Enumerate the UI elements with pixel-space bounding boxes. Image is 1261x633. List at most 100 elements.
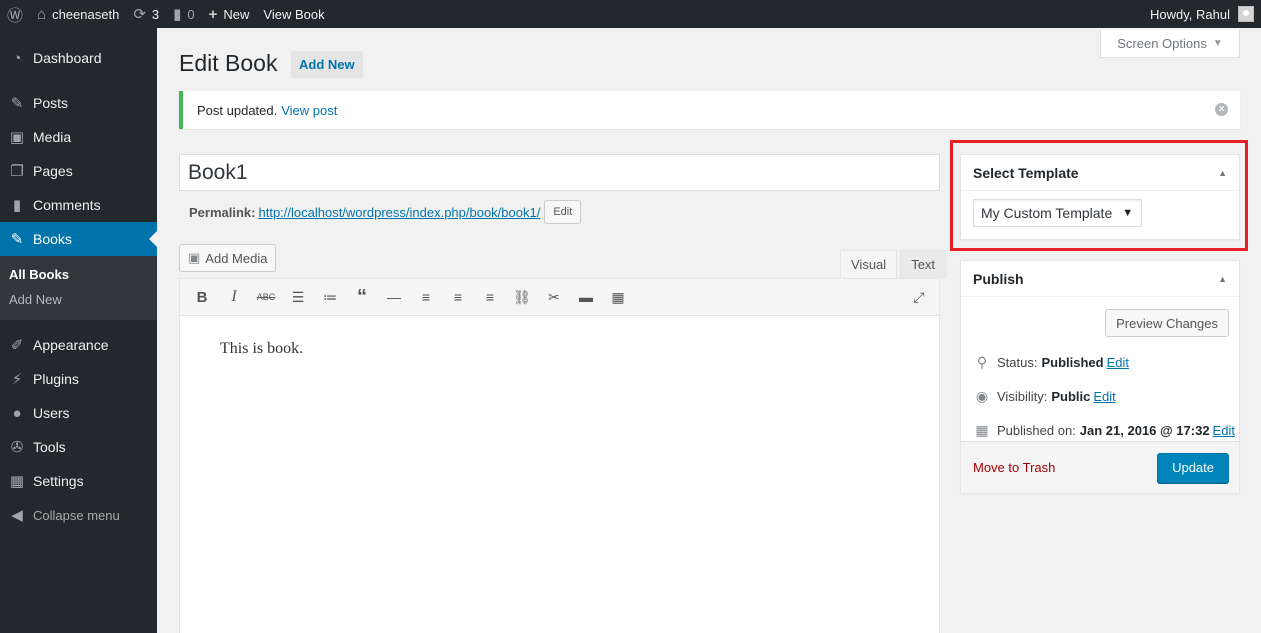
calendar-icon: ▦ [975,421,989,438]
collapse-arrow-icon[interactable]: ▲ [1218,168,1227,178]
books-submenu: All Books Add New [0,256,157,320]
updated-notice: Post updated. View post × [179,91,1240,129]
screen-options-label: Screen Options [1117,36,1207,51]
preview-changes-button[interactable]: Preview Changes [1105,309,1229,337]
publish-box: Publish ▲ Preview Changes ⚲ Status: Publ… [960,260,1240,494]
italic-button[interactable]: I [218,282,250,312]
howdy-text: Howdy, Rahul [1150,6,1230,22]
edit-date-link[interactable]: Edit [1213,423,1235,438]
site-name-link[interactable]: ⌂ cheenaseth [30,0,126,28]
brush-icon: ✐ [10,337,24,354]
align-left-icon[interactable]: ≡ [410,282,442,312]
publish-header[interactable]: Publish ▲ [961,261,1239,297]
edit-permalink-button[interactable]: Edit [544,200,582,224]
edit-visibility-link[interactable]: Edit [1093,389,1115,404]
dismiss-icon[interactable]: × [1215,103,1228,116]
template-select[interactable]: My Custom Template ▼ [973,199,1143,227]
fullscreen-icon[interactable]: ⤢ [903,282,935,312]
align-right-icon[interactable]: ≡ [474,282,506,312]
blockquote-icon[interactable]: “ [346,282,378,312]
sidebar-item-settings[interactable]: ▦ Settings [0,464,157,498]
plus-icon: + [208,5,218,23]
sidebar-item-users[interactable]: ● Users [0,396,157,430]
content-paragraph: This is book. [220,340,304,357]
visibility-label: Visibility: [997,388,1048,404]
editor-toolbar: B I ABC ☰ ≔ “ — ≡ ≡ ≡ ⛓ ✂ ▬ ▦ ⤢ [180,279,939,316]
sidebar-item-label: Users [33,405,70,421]
wordpress-icon: Ⓦ [7,8,24,25]
comments-count: 0 [187,6,195,22]
chevron-down-icon: ▼ [1212,38,1223,49]
home-icon: ⌂ [37,5,47,23]
comment-icon: ▮ [173,6,182,23]
new-label: New [223,6,250,22]
add-new-button[interactable]: Add New [291,51,363,78]
sidebar-item-comments[interactable]: ▮ Comments [0,188,157,222]
pin-icon: ✎ [10,95,24,112]
sidebar-item-posts[interactable]: ✎ Posts [0,86,157,120]
content-editor: B I ABC ☰ ≔ “ — ≡ ≡ ≡ ⛓ ✂ ▬ ▦ ⤢ This is … [179,278,940,633]
editor-content[interactable]: This is book. [180,316,939,382]
comments-link[interactable]: ▮ 0 [166,0,202,28]
permalink-row: Permalink: http://localhost/wordpress/in… [189,200,582,224]
bullet-list-icon[interactable]: ☰ [282,282,314,312]
status-label: Status: [997,354,1038,370]
view-post-link[interactable]: View post [281,103,337,118]
tab-text[interactable]: Text [900,250,947,278]
visibility-row: ◉ Visibility: Public Edit [961,379,1239,413]
wp-logo[interactable]: Ⓦ [0,0,30,28]
sidebar-item-plugins[interactable]: ⚡ Plugins [0,362,157,396]
plugin-icon: ⚡ [11,371,23,388]
horizontal-line-icon[interactable]: — [378,282,410,312]
sidebar-item-media[interactable]: ▣ Media [0,120,157,154]
page-title: Edit Book [179,50,278,76]
submenu-add-new[interactable]: Add New [0,287,157,312]
eye-icon: ◉ [975,387,989,404]
sidebar-item-label: Plugins [33,371,79,387]
edit-status-link[interactable]: Edit [1107,355,1129,370]
sidebar-item-label: Pages [33,163,73,179]
sidebar-item-label: Dashboard [33,50,102,66]
screen-options-button[interactable]: Screen Options ▼ [1100,30,1240,58]
pages-icon: ❐ [10,163,24,180]
numbered-list-icon[interactable]: ≔ [314,282,346,312]
sidebar-item-label: Posts [33,95,69,111]
select-template-header[interactable]: Select Template ▲ [961,155,1239,191]
my-account[interactable]: Howdy, Rahul [1150,6,1261,22]
sidebar-item-dashboard[interactable]: ◔ Dashboard [0,41,157,75]
toolbar-toggle-icon[interactable]: ▦ [602,282,634,312]
sidebar-item-pages[interactable]: ❐ Pages [0,154,157,188]
collapse-menu-button[interactable]: ◀ Collapse menu [0,498,157,532]
dropdown-arrow-icon: ▼ [1122,207,1134,219]
media-icon: ▣ [188,250,201,265]
align-center-icon[interactable]: ≡ [442,282,474,312]
update-button[interactable]: Update [1157,452,1229,483]
submenu-all-books[interactable]: All Books [0,262,157,287]
sidebar-item-appearance[interactable]: ✐ Appearance [0,328,157,362]
view-book-label: View Book [263,6,325,22]
sidebar-item-books[interactable]: ✎ Books [0,222,157,256]
publish-title: Publish [973,270,1024,287]
add-media-button[interactable]: ▣ Add Media [179,244,277,272]
strikethrough-button[interactable]: ABC [250,282,282,312]
user-icon: ● [12,404,22,422]
permalink-url[interactable]: http://localhost/wordpress/index.php/boo… [258,205,540,220]
admin-bar: Ⓦ ⌂ cheenaseth ⟳ 3 ▮ 0 + New View Book Howdy… [0,0,1261,28]
view-book-link[interactable]: View Book [256,0,331,28]
updates-link[interactable]: ⟳ 3 [126,0,166,28]
unlink-icon[interactable]: ✂ [538,282,570,312]
updates-icon: ⟳ [133,6,146,23]
tab-visual[interactable]: Visual [840,250,898,278]
updates-count: 3 [151,6,160,22]
bold-button[interactable]: B [186,282,218,312]
status-row: ⚲ Status: Published Edit [961,345,1239,379]
media-icon: ▣ [9,129,25,146]
move-to-trash-link[interactable]: Move to Trash [973,460,1055,475]
sidebar-item-tools[interactable]: ✇ Tools [0,430,157,464]
post-title-input[interactable]: Book1 [179,154,940,191]
new-content-link[interactable]: + New [202,0,257,28]
link-icon[interactable]: ⛓ [506,282,538,312]
collapse-arrow-icon[interactable]: ▲ [1218,274,1227,284]
collapse-icon: ◀ [11,507,23,524]
read-more-icon[interactable]: ▬ [570,282,602,312]
